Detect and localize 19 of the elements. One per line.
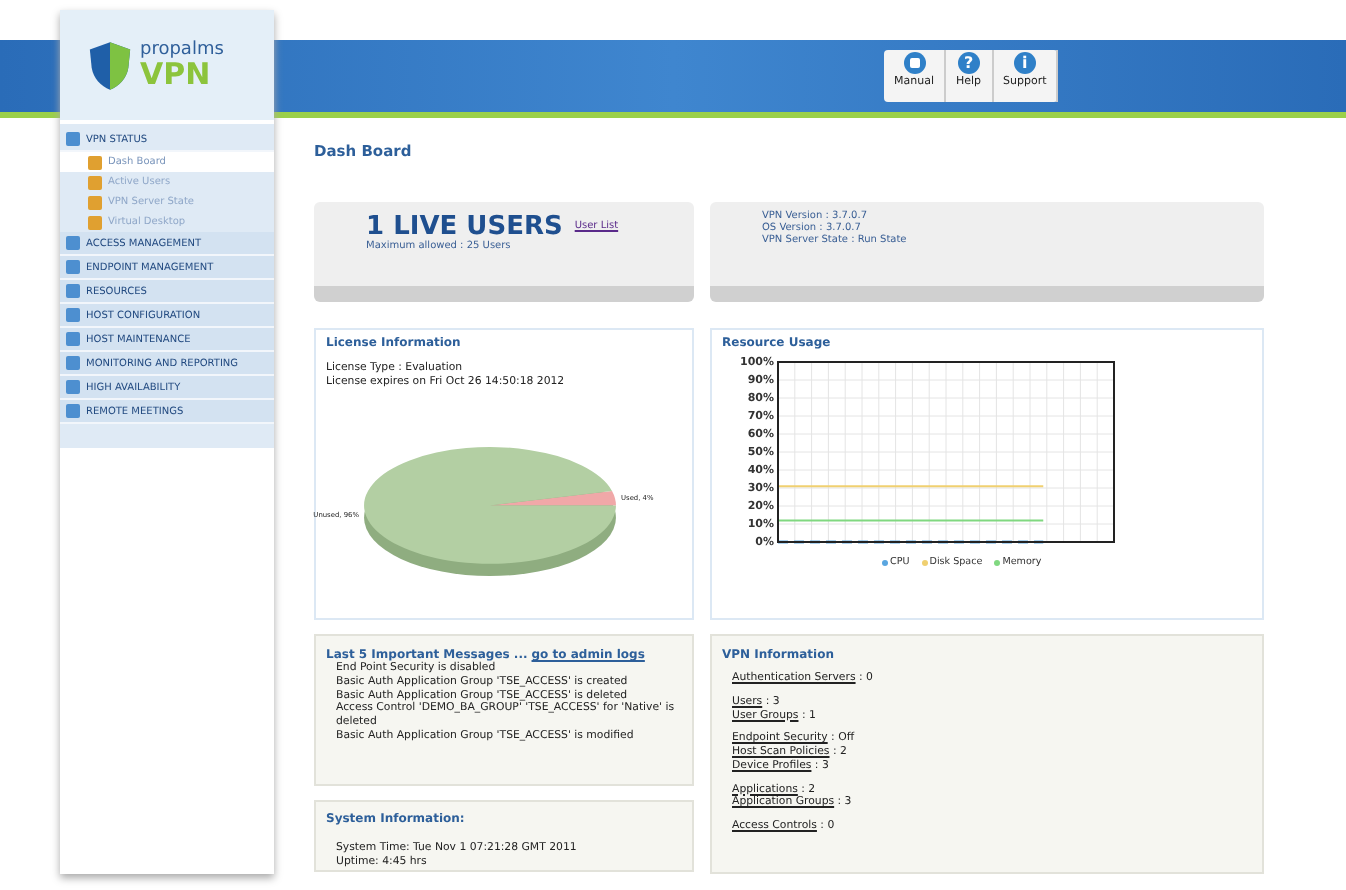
- square-icon: [66, 356, 80, 370]
- square-icon: [88, 155, 102, 169]
- square-icon: [88, 195, 102, 209]
- square-icon: [66, 404, 80, 418]
- square-icon: [66, 308, 80, 322]
- shield-icon: [88, 39, 132, 91]
- live-users-count: 1 LIVE USERS: [366, 214, 563, 240]
- square-icon: [88, 215, 102, 229]
- circle-icon: i: [1013, 52, 1036, 74]
- circle-icon: ?: [957, 52, 980, 74]
- square-icon: [66, 236, 80, 250]
- square-icon: [88, 175, 102, 189]
- product-name: VPN: [140, 59, 211, 89]
- square-icon: [66, 380, 80, 394]
- brand-name: propalms: [140, 41, 224, 59]
- square-icon: [66, 260, 80, 274]
- square-icon: [66, 332, 80, 346]
- square-icon: [66, 284, 80, 298]
- square-icon: [66, 132, 80, 146]
